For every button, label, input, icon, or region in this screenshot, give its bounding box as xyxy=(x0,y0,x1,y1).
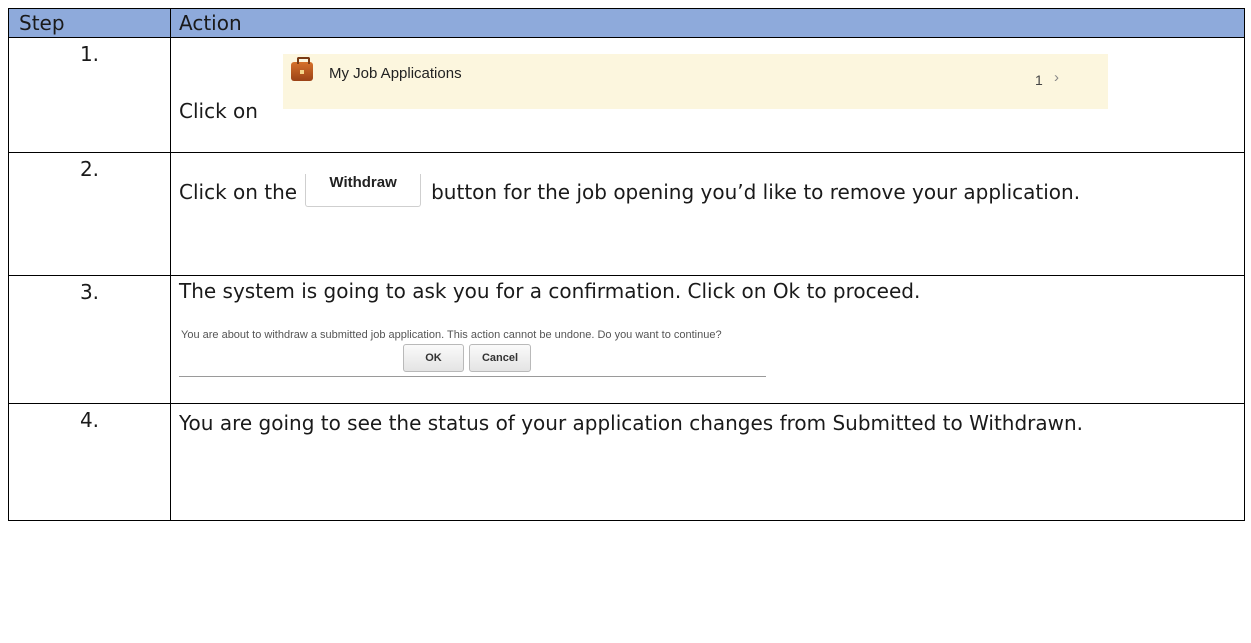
steps-table: Step Action 1. Click on My Job Applicati… xyxy=(8,8,1245,521)
action-cell: You are going to see the status of your … xyxy=(170,403,1245,521)
ok-button[interactable]: OK xyxy=(403,344,464,372)
action-cell: Click on the Withdraw button for the job o… xyxy=(170,152,1245,276)
table-header-row: Step Action xyxy=(8,8,1245,38)
table-row: 3. The system is going to ask you for a … xyxy=(8,275,1245,404)
confirmation-dialog: You are about to withdraw a submitted jo… xyxy=(179,306,1238,396)
briefcase-icon xyxy=(291,57,313,81)
tile-label: My Job Applications xyxy=(329,65,462,82)
table-row: 1. Click on My Job Applications 1 › xyxy=(8,37,1245,153)
table-row: 4. You are going to see the status of yo… xyxy=(8,403,1245,521)
step-number: 1. xyxy=(8,37,171,153)
chevron-right-icon: › xyxy=(1054,69,1059,86)
action-cell: Click on My Job Applications 1 › xyxy=(170,37,1245,153)
action-text: You are going to see the status of your … xyxy=(179,411,1084,435)
action-text: button for the job opening you’d like to… xyxy=(431,180,1081,204)
divider xyxy=(179,376,766,377)
header-step: Step xyxy=(8,8,171,38)
action-text: Click on xyxy=(179,99,258,123)
step-number: 2. xyxy=(8,152,171,276)
table-row: 2. Click on the Withdraw button for the jo… xyxy=(8,152,1245,276)
action-text: The system is going to ask you for a con… xyxy=(179,279,921,303)
step-number: 3. xyxy=(8,275,171,404)
action-cell: The system is going to ask you for a con… xyxy=(170,275,1245,404)
tile-count: 1 xyxy=(1035,72,1043,88)
cancel-button[interactable]: Cancel xyxy=(469,344,531,372)
my-job-applications-tile[interactable]: My Job Applications 1 › xyxy=(283,54,1108,109)
withdraw-button[interactable]: Withdraw xyxy=(305,174,422,207)
step-number: 4. xyxy=(8,403,171,521)
header-action: Action xyxy=(170,8,1245,38)
action-text: Click on the xyxy=(179,180,298,204)
